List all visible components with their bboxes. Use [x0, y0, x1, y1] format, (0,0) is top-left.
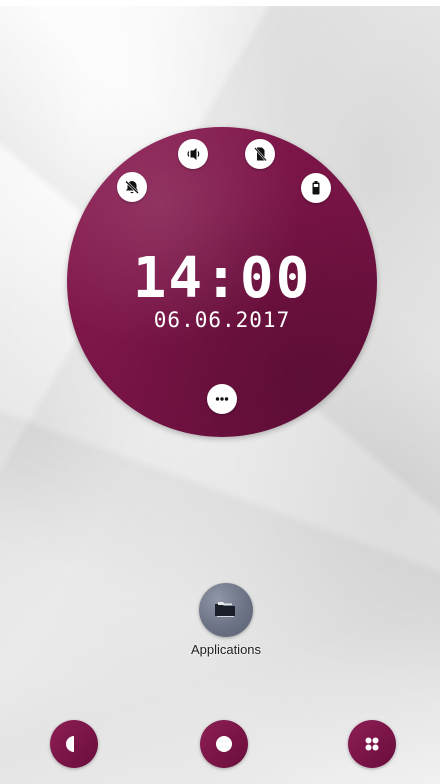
- circle-icon: [216, 736, 232, 752]
- dock-left-button[interactable]: [50, 720, 98, 768]
- more-horizontal-icon[interactable]: [207, 384, 237, 414]
- volume-icon[interactable]: [178, 139, 208, 169]
- applications-button[interactable]: [199, 583, 253, 637]
- folder-icon: [215, 602, 235, 617]
- dock-right-button[interactable]: [348, 720, 396, 768]
- applications-launcher[interactable]: Applications: [186, 583, 266, 657]
- alarm-off-icon[interactable]: [117, 172, 147, 202]
- sim-off-icon[interactable]: [245, 139, 275, 169]
- clock-time: 14:00: [132, 246, 312, 311]
- applications-label: Applications: [190, 642, 262, 657]
- clock-widget[interactable]: 14:00 06.06.2017: [67, 127, 377, 437]
- clock-date: 06.06.2017: [153, 308, 291, 332]
- half-circle-icon: [66, 736, 74, 752]
- status-bar: [0, 0, 440, 6]
- grid-dots-icon: [365, 737, 379, 751]
- battery-icon[interactable]: [301, 173, 331, 203]
- dock-center-button[interactable]: [200, 720, 248, 768]
